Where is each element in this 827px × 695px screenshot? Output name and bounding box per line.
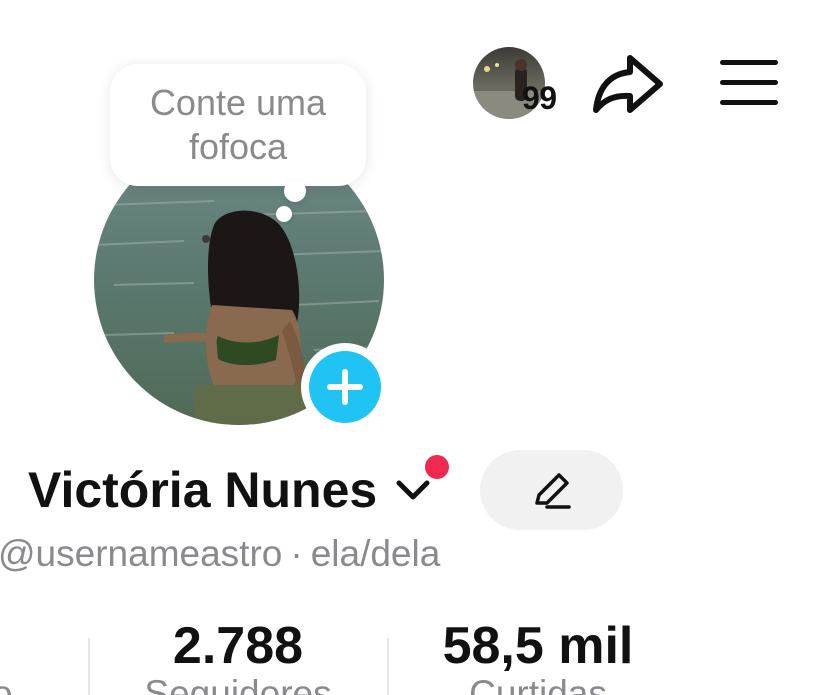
stat-divider (88, 638, 90, 695)
add-story-button-fill (309, 351, 381, 423)
story-count: 99 (522, 80, 557, 116)
note-bubble-tail (284, 180, 306, 202)
share-arrow-icon (593, 55, 663, 113)
plus-icon (327, 369, 363, 405)
note-bubble[interactable]: Conte uma fofoca (110, 64, 366, 186)
pencil-icon (534, 473, 571, 509)
profile-page: 99 Conte uma fofoca Victória Nunes @user… (0, 0, 827, 695)
separator: · (290, 533, 303, 574)
menu-button[interactable] (718, 58, 780, 108)
account-switch-chevron[interactable] (395, 477, 431, 505)
username: @usernameastro (0, 533, 283, 574)
stat-label-following: o (0, 673, 13, 695)
hamburger-menu-icon (720, 60, 778, 105)
chevron-down-icon (396, 480, 430, 500)
note-bubble-text: Conte uma fofoca (149, 82, 327, 167)
add-story-button[interactable] (301, 343, 389, 431)
stat-label-likes: Curtidas (469, 673, 607, 695)
note-bubble-dot (276, 206, 292, 222)
profile-name[interactable]: Victória Nunes (28, 458, 377, 522)
stat-value-followers: 2.788 (172, 617, 304, 675)
stat-divider (387, 638, 389, 695)
stat-label-followers: Seguidores (144, 673, 332, 695)
handle-row: @usernameastro · ela/dela (0, 530, 440, 578)
share-button[interactable] (590, 50, 664, 116)
pronouns: ela/dela (310, 533, 441, 574)
notification-dot (425, 455, 449, 479)
stat-value-likes: 58,5 mil (442, 617, 634, 675)
edit-profile-button[interactable] (480, 450, 623, 530)
